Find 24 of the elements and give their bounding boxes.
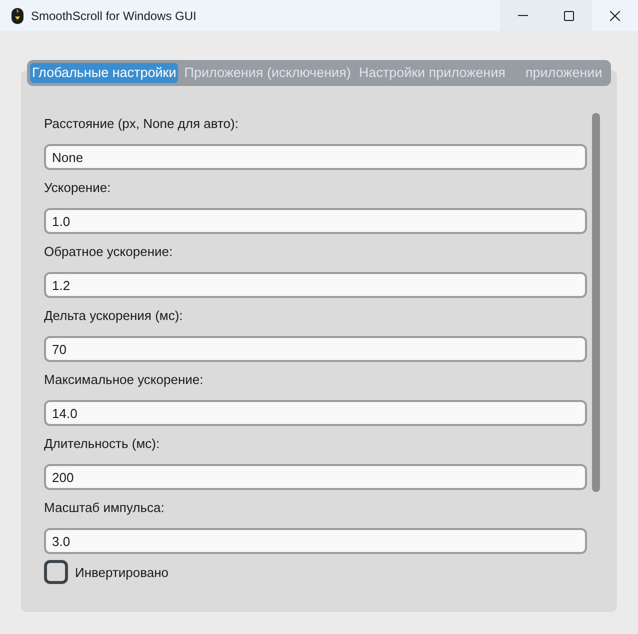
input-field[interactable]: None <box>44 144 587 170</box>
minimize-icon <box>518 15 528 16</box>
window-title: SmoothScroll for Windows GUI <box>31 8 198 22</box>
field-label: Максимальное ускорение: <box>44 371 204 389</box>
checkbox[interactable] <box>44 560 68 584</box>
input-field[interactable]: 70 <box>44 336 587 362</box>
close-icon <box>610 10 620 20</box>
mouse-icon <box>11 8 24 24</box>
field-label: Расстояние (px, None для авто): <box>44 115 238 133</box>
field-label: Масштаб импульса: <box>44 499 164 517</box>
field-label: Обратное ускорение: <box>44 243 173 261</box>
field-label: Дельта ускорения (мс): <box>44 307 183 325</box>
input-field[interactable]: 200 <box>44 464 587 490</box>
input-field[interactable]: 1.0 <box>44 208 587 234</box>
field-label: Ускорение: <box>44 179 111 197</box>
maximize-icon <box>564 10 574 20</box>
field-label: Длительность (мс): <box>44 435 160 453</box>
input-field[interactable]: 1.2 <box>44 272 587 298</box>
tab[interactable]: Глобальные настройки <box>30 63 178 83</box>
maximize-button[interactable] <box>546 0 592 31</box>
checkbox-label: Инвертировано <box>75 564 169 580</box>
input-field[interactable]: 3.0 <box>44 528 587 554</box>
input-field[interactable]: 14.0 <box>44 400 587 426</box>
scrollbar-thumb[interactable] <box>592 113 600 492</box>
